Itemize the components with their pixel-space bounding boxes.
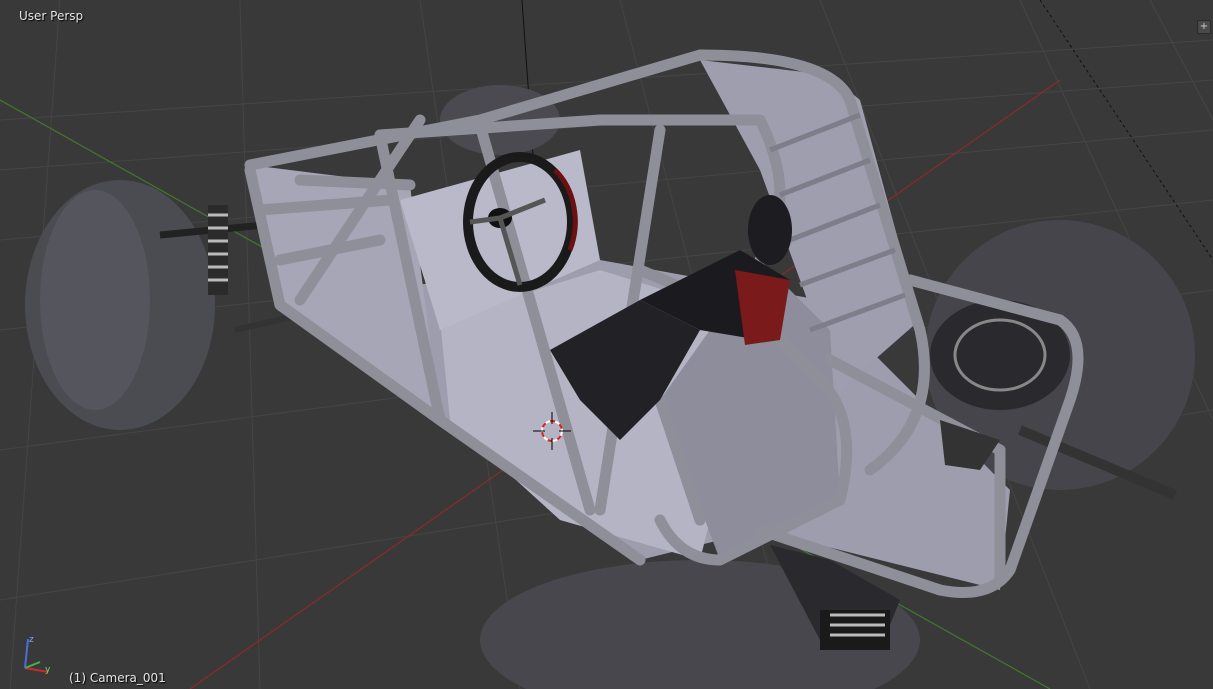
active-object-label: (1) Camera_001 <box>69 671 166 685</box>
plus-icon[interactable]: + <box>1197 20 1211 34</box>
scene-render[interactable] <box>0 0 1213 689</box>
gizmo-y-label: y <box>45 665 51 675</box>
axis-gizmo-icon: z y <box>24 635 51 675</box>
view-perspective-label: User Persp <box>19 9 84 23</box>
rear-left-tire-rim <box>40 190 150 410</box>
gizmo-z-label: z <box>29 635 34 645</box>
3d-viewport[interactable]: User Persp + z y (1) Camera_001 <box>0 0 1213 689</box>
